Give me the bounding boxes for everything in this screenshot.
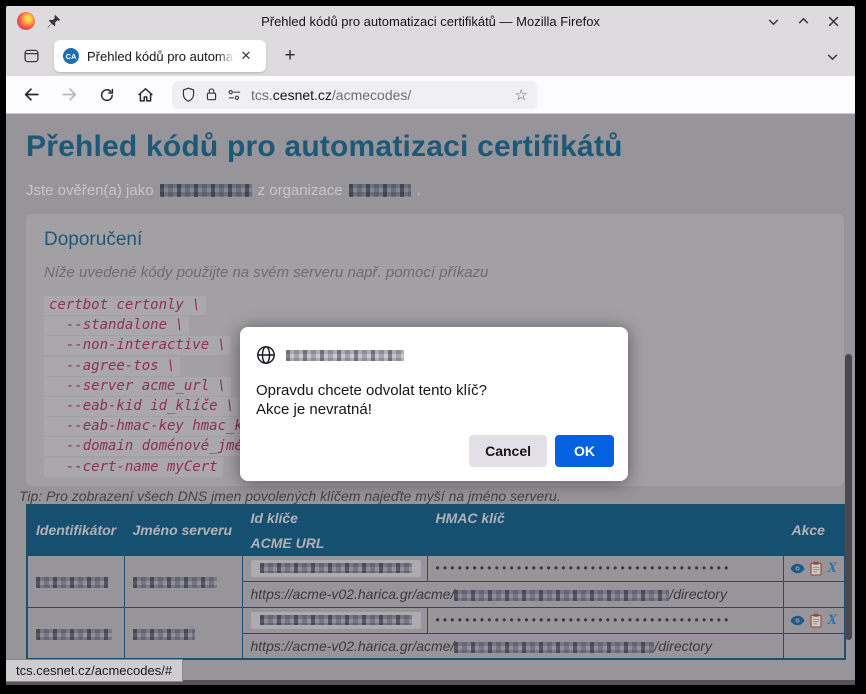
auth-info-prefix: Jste ověřen(a) jako: [26, 182, 154, 199]
cell-actions: X: [783, 607, 845, 633]
url-text: tcs.cesnet.cz/acmecodes/: [251, 87, 411, 103]
dns-tip-text: Tip: Pro zobrazení všech DNS jmen povole…: [19, 488, 561, 504]
titlebar: Přehled kódů pro automatizaci certifikát…: [6, 6, 855, 36]
code-line: certbot certonly \: [44, 296, 206, 315]
col-server-name: Jméno serveru: [124, 505, 242, 555]
redacted-user-name: [160, 184, 252, 197]
ok-button[interactable]: OK: [555, 435, 614, 467]
auth-info-suffix: .: [417, 182, 421, 199]
dialog-message-line2: Akce je nevratná!: [256, 400, 612, 419]
code-line: --eab-hmac-key hmac_klíč: [44, 417, 273, 436]
cell-hmac-key: ••••••••••••••••••••••••••••••••••••••••: [427, 555, 783, 581]
col-key-id: Id klíče: [242, 505, 427, 530]
cancel-button[interactable]: Cancel: [469, 435, 547, 467]
bookmark-star-icon[interactable]: ☆: [515, 86, 528, 104]
table-row: ••••••••••••••••••••••••••••••••••••••••…: [27, 607, 845, 633]
tab-title: Přehled kódů pro automati: [87, 49, 235, 64]
home-icon[interactable]: [132, 82, 158, 108]
reload-icon[interactable]: [94, 82, 120, 108]
confirm-dialog: Opravdu chcete odvolat tento klíč? Akce …: [240, 327, 628, 481]
vertical-scrollbar[interactable]: [845, 354, 852, 640]
dialog-message: Opravdu chcete odvolat tento klíč? Akce …: [256, 381, 612, 419]
url-path: /acmecodes/: [332, 87, 411, 103]
acme-keys-table: Identifikátor Jméno serveru Id klíče HMA…: [26, 504, 846, 660]
cell-server-name: [124, 555, 242, 607]
col-actions: Akce: [783, 505, 845, 555]
page-content: Přehled kódů pro automatizaci certifikát…: [6, 114, 855, 685]
tab-favicon-ca: CA: [63, 48, 79, 64]
maximize-icon[interactable]: [795, 13, 811, 29]
pin-icon: [47, 14, 61, 28]
permissions-icon[interactable]: [227, 89, 242, 101]
revoke-key-icon[interactable]: X: [827, 612, 837, 629]
panel-title: Doporučení: [44, 229, 826, 251]
copy-clipboard-icon[interactable]: [810, 613, 822, 628]
url-bar[interactable]: tcs.cesnet.cz/acmecodes/ ☆: [172, 81, 537, 109]
url-subdomain: tcs.: [251, 87, 273, 103]
close-window-icon[interactable]: [825, 13, 841, 29]
shield-icon[interactable]: [181, 87, 196, 103]
col-identifier: Identifikátor: [27, 505, 124, 555]
redacted-organization: [349, 184, 411, 197]
code-line: --server acme_url \: [44, 377, 231, 396]
tab-acmecodes[interactable]: CA Přehled kódů pro automati ✕: [54, 40, 266, 72]
forward-icon[interactable]: [56, 82, 82, 108]
revoke-key-icon[interactable]: X: [827, 560, 837, 577]
cell-server-name: [124, 607, 242, 659]
cell-acme-url: https://acme-v02.harica.gr/acme//directo…: [242, 581, 783, 607]
cell-identifier: [27, 555, 124, 607]
lock-icon[interactable]: [205, 87, 218, 102]
navigation-bar: tcs.cesnet.cz/acmecodes/ ☆: [6, 76, 855, 114]
cell-actions-empty: [783, 581, 845, 607]
code-line: --cert-name myCert: [44, 458, 223, 477]
globe-icon: [256, 345, 276, 365]
firefox-logo-icon: [17, 12, 35, 30]
cell-actions: X: [783, 555, 845, 581]
code-line: --agree-tos \: [44, 357, 180, 376]
minimize-icon[interactable]: [765, 13, 781, 29]
cell-acme-url: https://acme-v02.harica.gr/acme//directo…: [242, 633, 783, 659]
cell-identifier: [27, 607, 124, 659]
auth-info-line: Jste ověřen(a) jako z organizace .: [26, 182, 421, 199]
cell-key-id: [242, 555, 427, 581]
table-header-row: Identifikátor Jméno serveru Id klíče HMA…: [27, 505, 845, 530]
cell-hmac-key: ••••••••••••••••••••••••••••••••••••••••: [427, 607, 783, 633]
tab-close-icon[interactable]: ✕: [237, 48, 255, 64]
show-hmac-eye-icon[interactable]: [790, 563, 805, 574]
tab-strip: CA Přehled kódů pro automati ✕ +: [6, 36, 855, 76]
new-tab-button[interactable]: +: [278, 45, 302, 67]
url-domain: cesnet.cz: [273, 87, 332, 103]
copy-clipboard-icon[interactable]: [810, 561, 822, 576]
panel-subtitle: Níže uvedené kódy použijte na svém serve…: [44, 264, 826, 281]
auth-info-middle: z organizace: [258, 182, 343, 199]
dialog-message-line1: Opravdu chcete odvolat tento klíč?: [256, 381, 612, 400]
code-line: --domain doménové_jméno_: [44, 437, 273, 456]
window-title: Přehled kódů pro automatizaci certifikát…: [6, 14, 855, 29]
list-tabs-chevron-icon[interactable]: [826, 50, 839, 63]
table-row: ••••••••••••••••••••••••••••••••••••••••…: [27, 555, 845, 581]
page-title: Přehled kódů pro automatizaci certifikát…: [26, 130, 623, 164]
redacted-dialog-domain: [286, 350, 404, 361]
cell-actions-empty: [783, 633, 845, 659]
show-hmac-eye-icon[interactable]: [790, 615, 805, 626]
back-icon[interactable]: [18, 82, 44, 108]
cell-key-id: [242, 607, 427, 633]
browser-window: Přehled kódů pro automatizaci certifikát…: [6, 6, 855, 685]
col-hmac-key: HMAC klíč: [427, 505, 783, 530]
code-line: --eab-kid id_klíče \: [44, 397, 239, 416]
col-acme-url: ACME URL: [242, 530, 783, 555]
code-line: --standalone \: [44, 316, 189, 335]
firefox-view-icon[interactable]: [19, 44, 44, 68]
status-link-tooltip: tcs.cesnet.cz/acmecodes/#: [6, 659, 183, 682]
code-line: --non-interactive \: [44, 336, 231, 355]
